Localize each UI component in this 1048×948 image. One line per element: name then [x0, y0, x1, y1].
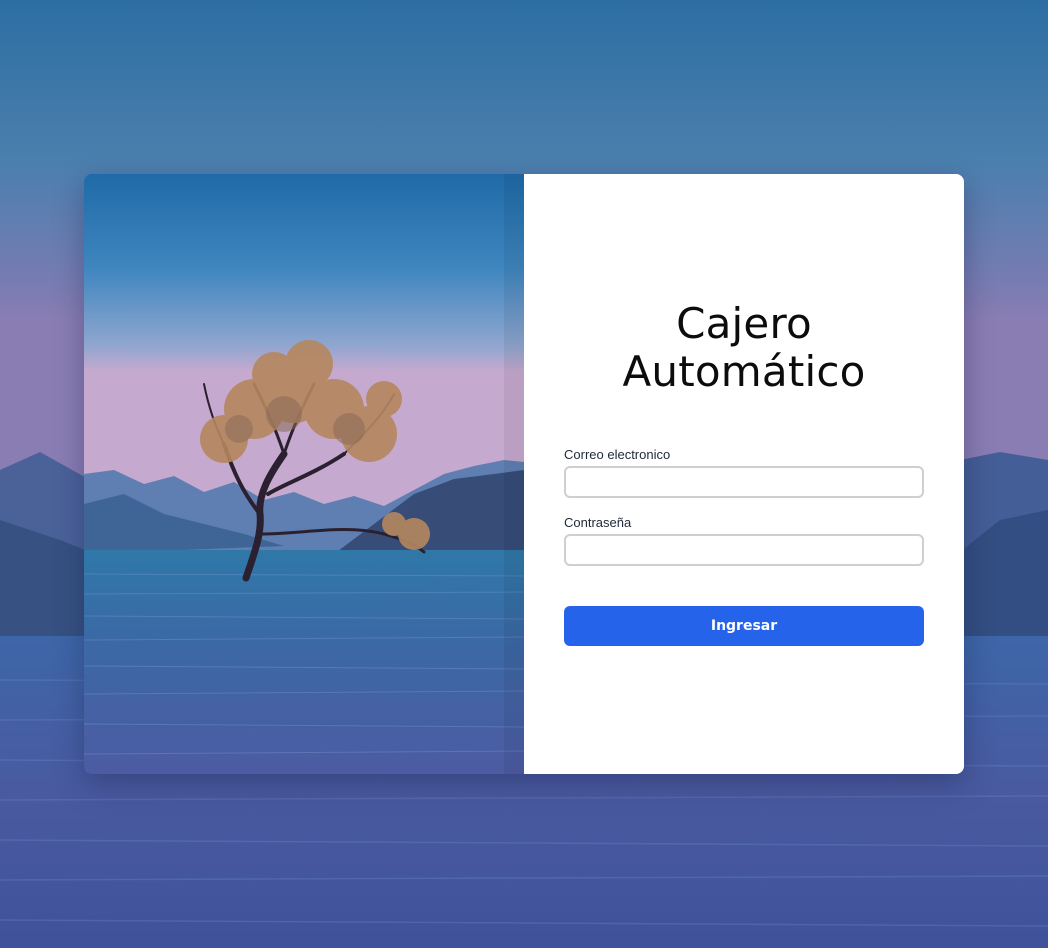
- email-field[interactable]: [564, 466, 924, 498]
- page-title: Cajero Automático: [564, 300, 924, 396]
- login-button[interactable]: Ingresar: [564, 606, 924, 646]
- hero-image: [84, 174, 524, 774]
- password-field[interactable]: [564, 534, 924, 566]
- title-line-2: Automático: [622, 347, 866, 396]
- title-line-1: Cajero: [676, 299, 812, 348]
- login-card: Cajero Automático Correo electronico Con…: [84, 174, 964, 774]
- login-form: Cajero Automático Correo electronico Con…: [524, 174, 964, 774]
- email-label: Correo electronico: [564, 447, 671, 462]
- password-label: Contraseña: [564, 515, 632, 530]
- login-page: Cajero Automático Correo electronico Con…: [0, 0, 1048, 948]
